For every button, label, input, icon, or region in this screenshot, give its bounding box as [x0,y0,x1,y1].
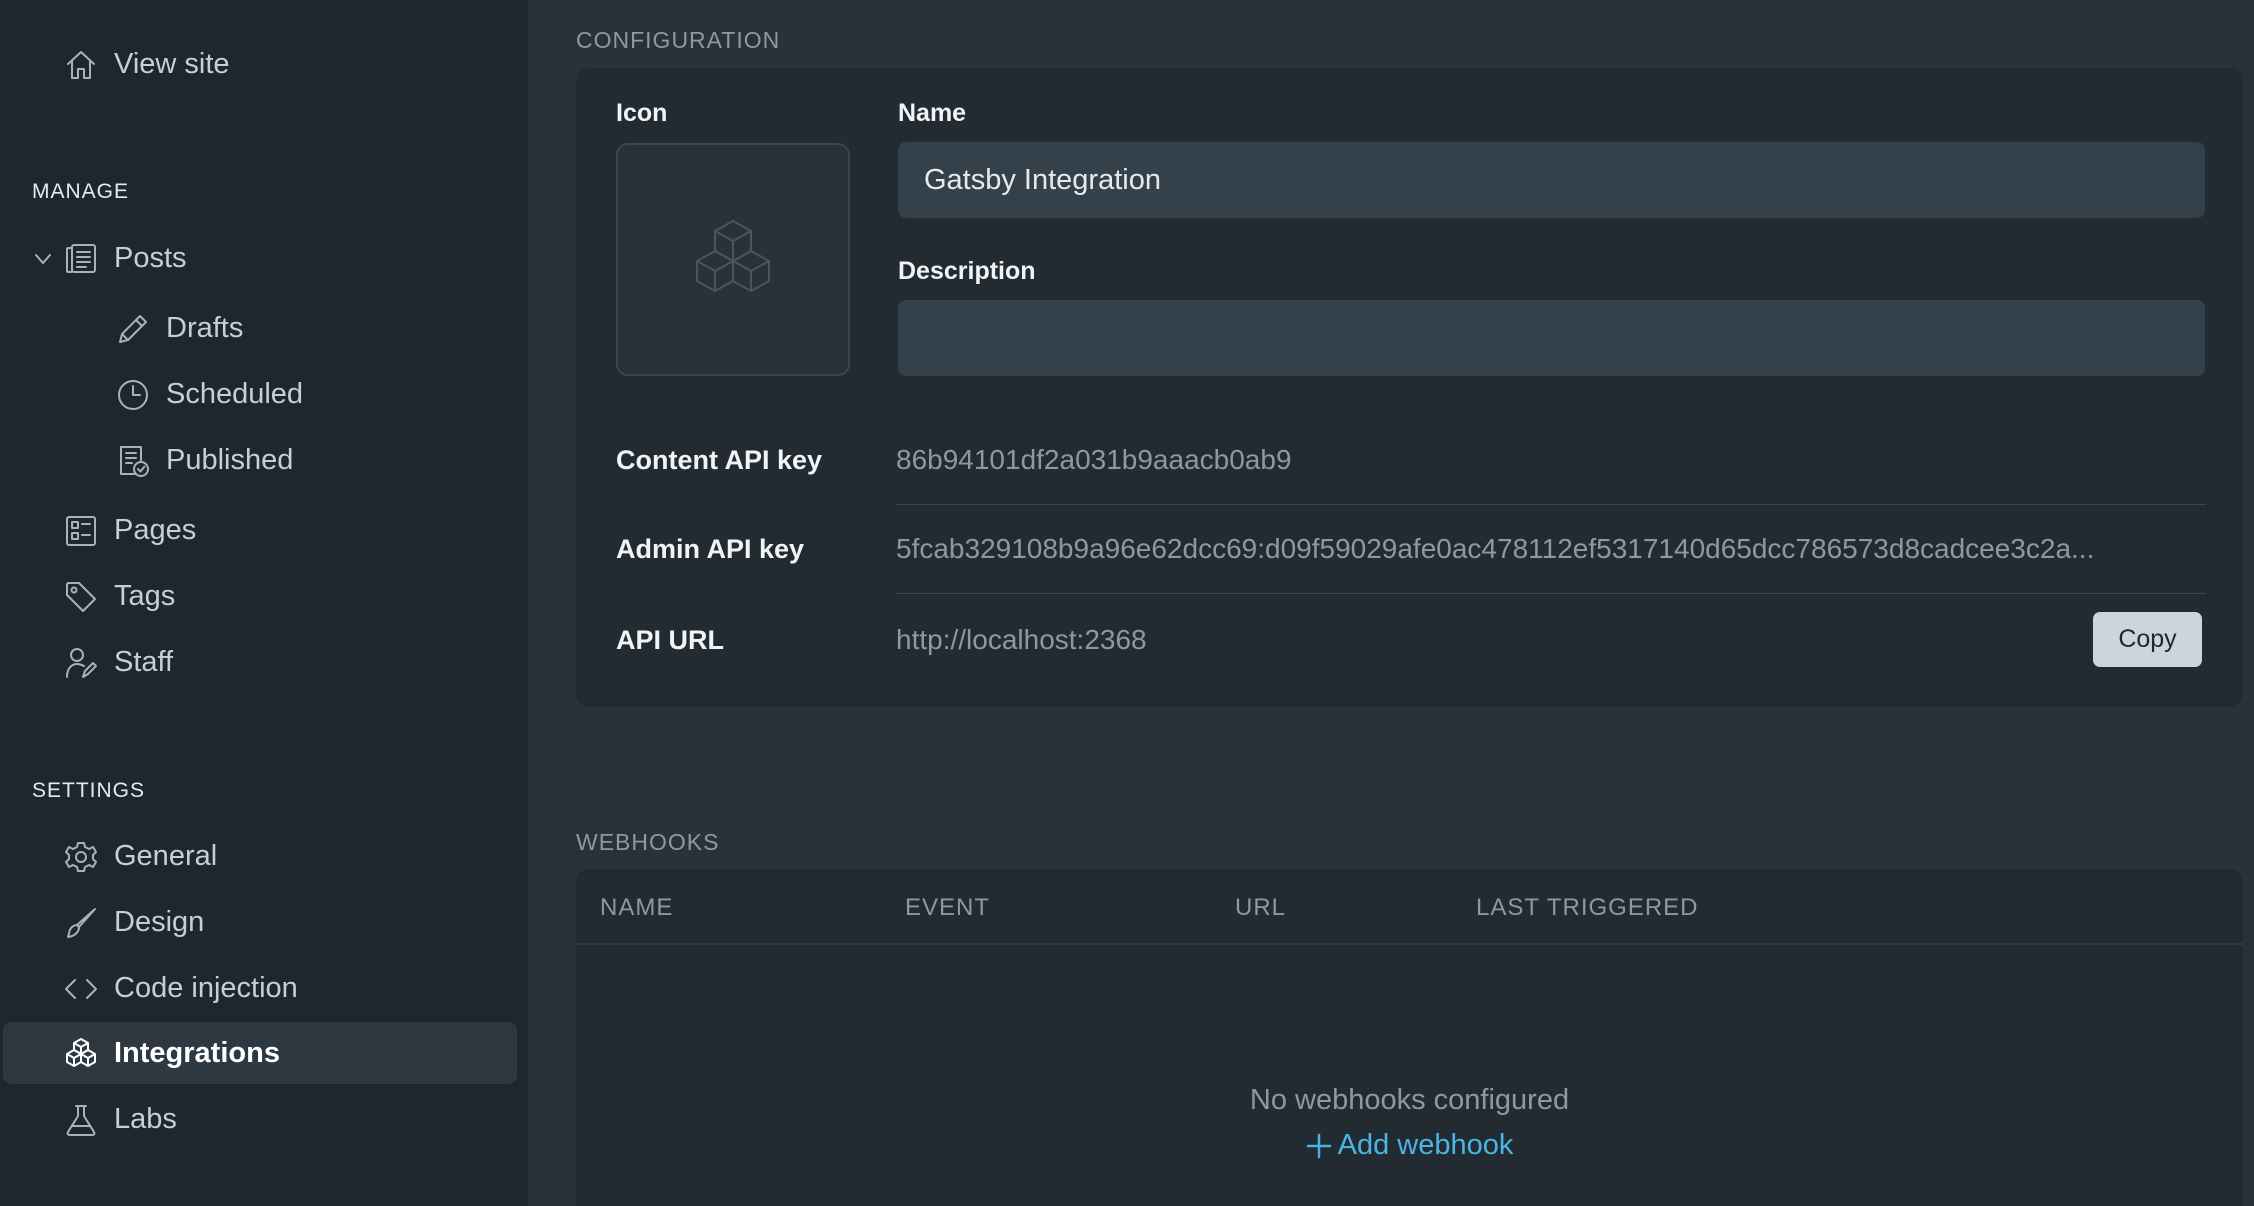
add-webhook-label: Add webhook [1337,1129,1514,1161]
column-header-event: EVENT [905,894,991,921]
integrations-icon [64,1037,98,1071]
sidebar-item-label: Pages [114,513,197,546]
sidebar-item-view-site[interactable]: View site [3,33,517,95]
sidebar-item-tags[interactable]: Tags [3,565,517,627]
webhooks-table: NAME EVENT URL LAST TRIGGERED No webhook… [576,869,2243,1206]
staff-icon [64,646,98,680]
admin-api-key-value[interactable]: 5fcab329108b9a96e62dcc69:d09f59029afe0ac… [896,533,2206,565]
flask-icon [64,1103,98,1137]
brush-icon [64,906,98,940]
sidebar-item-label: Code injection [114,971,298,1004]
code-icon [64,972,98,1006]
content-api-key-label: Content API key [616,445,823,475]
api-url-value[interactable]: http://localhost:2368 [896,624,1996,656]
sidebar-item-label: Labs [114,1102,177,1135]
sidebar-item-labs[interactable]: Labs [3,1088,517,1150]
description-input[interactable] [898,300,2205,376]
sidebar-item-scheduled[interactable]: Scheduled [3,363,517,425]
icon-label: Icon [616,99,668,127]
name-input[interactable]: Gatsby Integration [898,142,2205,218]
sidebar-item-label: Integrations [114,1036,280,1069]
divider [896,593,2206,594]
sidebar-item-integrations[interactable]: Integrations [3,1022,517,1084]
sidebar: View site MANAGE Posts Drafts Scheduled … [0,0,528,1206]
name-label: Name [898,99,967,127]
sidebar-item-published[interactable]: Published [3,429,517,491]
gear-icon [64,840,98,874]
add-webhook-link[interactable]: Add webhook [576,1129,2243,1162]
divider [896,504,2206,505]
admin-api-key-label: Admin API key [616,534,805,564]
clock-icon [116,378,150,412]
sidebar-item-label: Posts [114,241,187,274]
webhooks-heading: WEBHOOKS [576,829,720,855]
home-icon [64,48,98,82]
column-header-url: URL [1235,894,1287,921]
settings-heading: SETTINGS [32,779,146,802]
sidebar-item-label: View site [114,47,230,80]
sidebar-item-design[interactable]: Design [3,891,517,953]
plus-icon [1306,1133,1332,1159]
sidebar-item-pages[interactable]: Pages [3,499,517,561]
sidebar-item-label: Published [166,443,294,476]
published-icon [116,444,150,478]
sidebar-item-code-injection[interactable]: Code injection [3,957,517,1019]
column-header-last-triggered: LAST TRIGGERED [1476,894,1699,921]
api-url-label: API URL [616,625,724,655]
sidebar-item-staff[interactable]: Staff [3,631,517,693]
sidebar-item-general[interactable]: General [3,825,517,887]
sidebar-item-label: Scheduled [166,377,304,410]
copy-button[interactable]: Copy [2093,612,2202,667]
sidebar-item-label: Tags [114,579,176,612]
sidebar-item-label: Drafts [166,311,244,344]
sidebar-item-label: Staff [114,645,174,678]
pencil-icon [116,312,150,346]
configuration-heading: CONFIGURATION [576,27,781,53]
blocks-icon [687,219,779,301]
description-label: Description [898,257,1036,285]
sidebar-item-label: Design [114,905,205,938]
sidebar-item-label: General [114,839,218,872]
configuration-card: Icon Name Gatsby Integration Description… [576,68,2243,707]
column-header-name: NAME [600,894,674,921]
pages-icon [64,514,98,548]
manage-heading: MANAGE [32,180,130,203]
empty-state-message: No webhooks configured [1249,1084,1570,1116]
integration-icon-upload[interactable] [616,143,850,376]
sidebar-item-drafts[interactable]: Drafts [3,297,517,359]
sidebar-item-posts[interactable]: Posts [3,227,517,289]
tag-icon [64,580,98,614]
content-api-key-value[interactable]: 86b94101df2a031b9aaacb0ab9 [896,444,2206,476]
chevron-down-icon[interactable] [33,249,53,269]
posts-icon [64,242,98,276]
divider [576,943,2243,945]
